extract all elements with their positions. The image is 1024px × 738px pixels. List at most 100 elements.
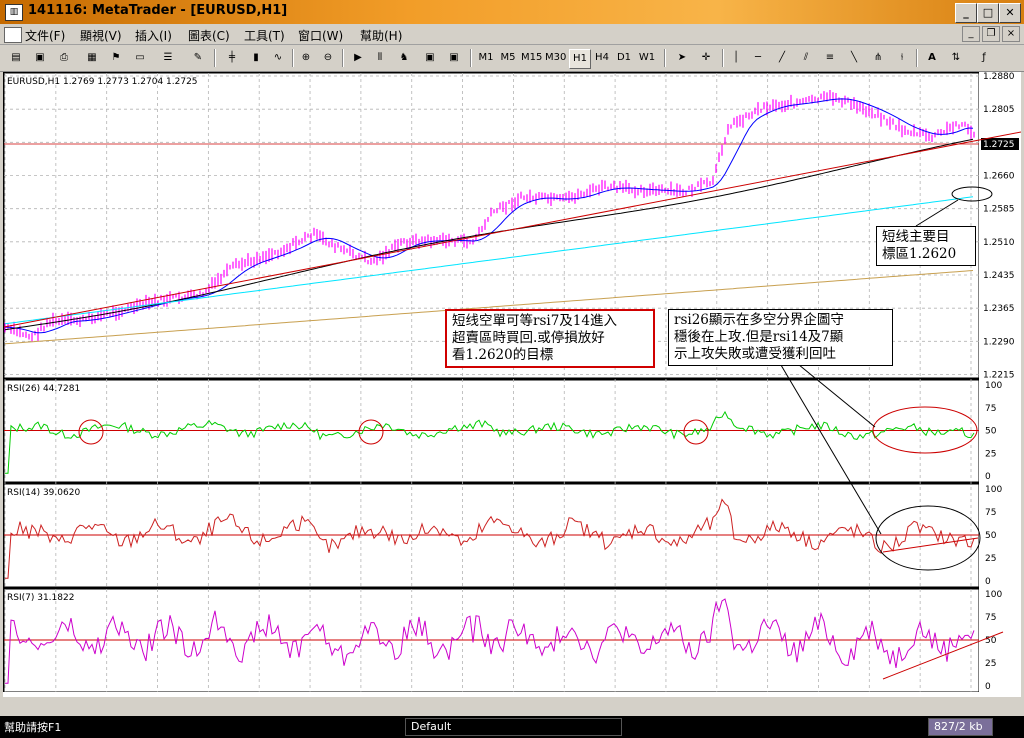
timeframe-d1[interactable]: D1: [614, 49, 634, 67]
rsi14-tick-label: 25: [985, 554, 996, 564]
timeframe-m5[interactable]: M5: [498, 49, 518, 67]
price-tick-label: 1.2215: [983, 371, 1015, 381]
rsi-note-line-3: 示上攻失敗或遭受獲利回吐: [674, 346, 836, 362]
mdi-minimize-icon[interactable]: _: [962, 26, 980, 42]
rsi14-tick-label: 50: [985, 531, 997, 541]
target-note-line-1: 短线主要目: [882, 229, 950, 245]
rsi26-tick-label: 25: [985, 449, 996, 459]
rsi14-tick-label: 75: [985, 508, 996, 518]
menu-help[interactable]: 幫助(H): [360, 27, 402, 44]
status-bar: 幫助請按F1 Default 827/2 kb: [0, 716, 1024, 738]
zoom-in-icon[interactable]: ⊕: [296, 49, 316, 67]
price-tick-label: 1.2585: [983, 205, 1015, 215]
short-note-line-2: 超賣區時買回.或停損放好: [452, 330, 605, 346]
expert-icon[interactable]: ✎: [188, 49, 208, 67]
periods-icon[interactable]: ▣: [444, 49, 464, 67]
trendline-icon[interactable]: ╱: [772, 49, 792, 67]
channel-icon[interactable]: ⫽: [796, 49, 816, 67]
rsi26-tick-label: 0: [985, 472, 991, 482]
menu-bar: 文件(F) 顯視(V) 插入(I) 圖表(C) 工具(T) 窗口(W) 幫助(H…: [0, 24, 1024, 45]
short-note-line-1: 短线空單可等rsi7及14進入: [452, 313, 617, 329]
chart-canvas[interactable]: 13 Oct 05:0013 Oct 21:0014 Oct 13:0015 O…: [3, 72, 1024, 711]
short-note-line-3: 看1.2620的目標: [452, 347, 554, 363]
document-icon[interactable]: [4, 27, 22, 43]
text-tool-icon[interactable]: A: [922, 49, 942, 67]
menu-insert[interactable]: 插入(I): [135, 27, 172, 44]
target-note-line-2: 標區1.2620: [882, 246, 957, 262]
chart-header: EURUSD,H1 1.2769 1.2773 1.2704 1.2725: [7, 77, 198, 87]
title-bar: ▥ 141116: MetaTrader - [EURUSD,H1] _ □ ✕: [0, 0, 1024, 25]
timeframe-m1[interactable]: M1: [476, 49, 496, 67]
andrews-pitchfork-icon[interactable]: ⋔: [868, 49, 888, 67]
price-tick-label: 1.2290: [983, 337, 1015, 347]
menu-charts[interactable]: 圖表(C): [188, 27, 230, 44]
traffic-counter: 827/2 kb: [928, 718, 993, 736]
arrows-icon[interactable]: ⇅: [946, 49, 966, 67]
mdi-restore-icon[interactable]: ❐: [982, 26, 1000, 42]
maximize-button[interactable]: □: [977, 3, 999, 23]
bar-chart-icon[interactable]: ╪: [222, 49, 242, 67]
rsi7-tick-label: 0: [985, 682, 991, 692]
rsi-note-line-2: 穩後在上攻.但是rsi14及7顯: [674, 329, 844, 345]
rsi7-tick-label: 75: [985, 613, 996, 623]
short-trade-note: 短线空單可等rsi7及14進入 超賣區時買回.或停損放好 看1.2620的目標: [445, 309, 655, 368]
timeframe-h1[interactable]: H1: [569, 49, 591, 69]
new-chart-icon[interactable]: ▤: [6, 49, 26, 67]
menu-tools[interactable]: 工具(T): [244, 27, 285, 44]
horizontal-line-icon[interactable]: ─: [748, 49, 768, 67]
price-tick-label: 1.2435: [983, 271, 1015, 281]
window-title: 141116: MetaTrader - [EURUSD,H1]: [28, 3, 288, 18]
price-tick-label: 1.2880: [983, 72, 1015, 82]
navigator-icon[interactable]: ⚑: [106, 49, 126, 67]
timeframe-m15[interactable]: M15: [521, 49, 542, 67]
price-tick-label: 1.2805: [983, 105, 1015, 115]
rsi26-label: RSI(26) 44.7281: [7, 384, 80, 394]
gann-icon[interactable]: ╲: [844, 49, 864, 67]
menu-window[interactable]: 窗口(W): [298, 27, 343, 44]
print-icon[interactable]: ⎙: [54, 49, 74, 67]
rsi26-tick-label: 75: [985, 404, 996, 414]
rsi14-tick-label: 0: [985, 577, 991, 587]
rsi-analysis-note: rsi26顯示在多空分界企圖守 穩後在上攻.但是rsi14及7顯 示上攻失敗或遭…: [668, 309, 893, 366]
timeframe-h4[interactable]: H4: [592, 49, 612, 67]
price-tick-label: 1.2660: [983, 172, 1015, 182]
terminal-icon[interactable]: ▭: [130, 49, 150, 67]
templates-icon[interactable]: ▣: [420, 49, 440, 67]
mdi-controls: _ ❐ ×: [960, 26, 1020, 42]
function-icon[interactable]: ƒ: [974, 49, 994, 67]
chart-window[interactable]: 13 Oct 05:0013 Oct 21:0014 Oct 13:0015 O…: [3, 72, 1024, 711]
target-note: 短线主要目 標區1.2620: [876, 226, 976, 266]
zoom-out-icon[interactable]: ⊖: [318, 49, 338, 67]
properties-icon[interactable]: ☰: [158, 49, 178, 67]
crosshair-icon[interactable]: ✛: [696, 49, 716, 67]
indicators-icon[interactable]: ♞: [394, 49, 414, 67]
rsi-note-line-1: rsi26顯示在多空分界企圖守: [674, 312, 844, 328]
line-chart-icon[interactable]: ∿: [268, 49, 288, 67]
close-button[interactable]: ✕: [999, 3, 1021, 23]
candle-chart-icon[interactable]: ▮: [246, 49, 266, 67]
profile-name: Default: [405, 718, 622, 736]
cursor-icon[interactable]: ➤: [672, 49, 692, 67]
rsi7-tick-label: 100: [985, 590, 1002, 600]
fibonacci-icon[interactable]: ≡: [820, 49, 840, 67]
chart-shift-icon[interactable]: ⫴: [370, 49, 390, 67]
timeframe-m30[interactable]: M30: [545, 49, 566, 67]
menu-view[interactable]: 顯視(V): [80, 27, 122, 44]
help-hint: 幫助請按F1: [4, 721, 62, 734]
rsi7-tick-label: 25: [985, 659, 996, 669]
autoscroll-icon[interactable]: ▶: [348, 49, 368, 67]
price-tick-label: 1.2365: [983, 304, 1015, 314]
toolbar: ▤ ▣ ⎙ ▦ ⚑ ▭ ☰ ✎ ╪ ▮ ∿ ⊕ ⊖ ▶ ⫴ ♞ ▣ ▣ M1 M…: [0, 45, 1024, 72]
market-watch-icon[interactable]: ▦: [82, 49, 102, 67]
rsi7-tick-label: 50: [985, 636, 997, 646]
vertical-line-icon[interactable]: │: [726, 49, 746, 67]
menu-file[interactable]: 文件(F): [25, 27, 65, 44]
price-tick-label: 1.2510: [983, 238, 1015, 248]
mdi-close-icon[interactable]: ×: [1002, 26, 1020, 42]
rsi7-label: RSI(7) 31.1822: [7, 593, 74, 603]
fan-icon[interactable]: ⫮: [892, 49, 912, 67]
timeframe-w1[interactable]: W1: [637, 49, 657, 67]
minimize-button[interactable]: _: [955, 3, 977, 23]
save-icon[interactable]: ▣: [30, 49, 50, 67]
rsi14-label: RSI(14) 39.0620: [7, 488, 80, 498]
